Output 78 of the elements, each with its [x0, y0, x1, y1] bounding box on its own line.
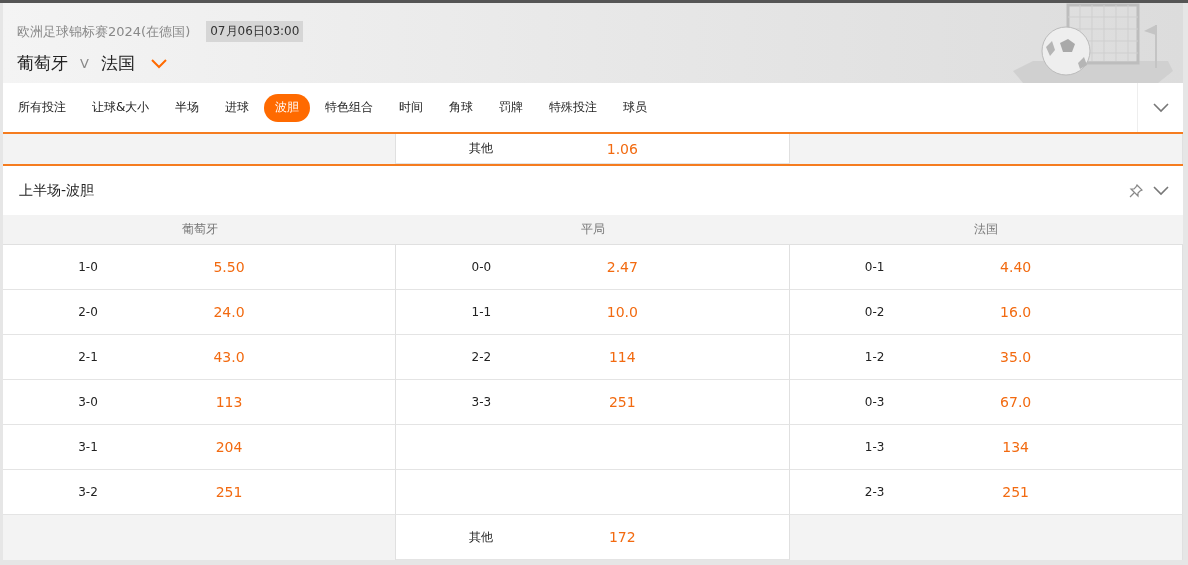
chevron-down-icon[interactable] — [150, 58, 167, 69]
market-tab[interactable]: 所有投注 — [7, 93, 77, 122]
score-label: 2-0 — [77, 305, 99, 319]
pin-icon[interactable] — [1129, 183, 1143, 198]
odds-value: 5.50 — [212, 259, 246, 275]
odds-option[interactable]: 其他 1.06 — [396, 134, 790, 164]
odds-option[interactable]: 1-2 35.0 — [789, 335, 1183, 380]
market-tab[interactable]: 让球&大小 — [81, 93, 161, 122]
away-team: 法国 — [100, 52, 135, 75]
score-label: 1-2 — [863, 350, 886, 364]
section-header[interactable]: 上半场-波胆 — [3, 164, 1183, 215]
section-title: 上半场-波胆 — [19, 181, 95, 200]
match-datetime: 07月06日03:00 — [206, 21, 304, 42]
tournament-name: 欧洲足球锦标赛2024(在德国) — [17, 22, 191, 41]
market-tab[interactable]: 罚牌 — [488, 93, 535, 122]
score-label: 3-3 — [470, 395, 493, 409]
odds-value: 114 — [607, 349, 637, 365]
column-header: 葡萄牙 — [3, 215, 397, 245]
score-label: 1-1 — [470, 305, 493, 319]
odds-value: 251 — [607, 394, 637, 410]
market-tab[interactable]: 时间 — [388, 93, 435, 122]
market-tab[interactable]: 角球 — [438, 93, 485, 122]
score-label: 其他 — [468, 528, 495, 546]
odds-option[interactable]: 1-1 10.0 — [396, 290, 790, 335]
odds-value: 1.06 — [605, 140, 639, 157]
odds-option[interactable]: 3-3 251 — [396, 380, 790, 425]
odds-option[interactable]: 2-1 43.0 — [3, 335, 397, 380]
chevron-down-icon[interactable] — [1153, 185, 1169, 196]
score-label: 2-3 — [863, 485, 886, 499]
score-label: 3-0 — [77, 395, 99, 409]
odds-option[interactable]: 3-0 113 — [3, 380, 397, 425]
odds-option[interactable]: 1-3 134 — [789, 425, 1183, 470]
score-label: 0-0 — [470, 260, 493, 274]
odds-value: 43.0 — [212, 349, 246, 365]
odds-value: 16.0 — [999, 304, 1033, 320]
odds-option[interactable]: 2-3 251 — [789, 470, 1183, 515]
market-tab[interactable]: 球员 — [612, 93, 659, 122]
odds-option[interactable]: 3-2 251 — [3, 470, 397, 515]
odds-option[interactable]: 0-2 16.0 — [789, 290, 1183, 335]
column-header: 平局 — [396, 215, 790, 245]
chevron-down-icon[interactable] — [1152, 102, 1169, 113]
market-tab[interactable]: 特殊投注 — [538, 93, 609, 122]
score-label: 3-1 — [77, 440, 99, 454]
market-tab[interactable]: 半场 — [164, 93, 211, 122]
market-tab[interactable]: 特色组合 — [314, 93, 385, 122]
odds-value: 204 — [214, 439, 244, 455]
home-team: 葡萄牙 — [17, 52, 68, 75]
odds-value: 134 — [1001, 439, 1030, 455]
odds-value: 113 — [214, 394, 244, 410]
market-tab[interactable]: 进球 — [214, 93, 261, 122]
score-label: 0-1 — [863, 260, 886, 274]
column-header: 法国 — [789, 215, 1183, 245]
score-label: 0-2 — [863, 305, 886, 319]
odds-value: 10.0 — [605, 304, 639, 320]
odds-option[interactable]: 2-0 24.0 — [3, 290, 397, 335]
odds-option[interactable]: 0-0 2.47 — [396, 245, 790, 290]
score-label: 1-3 — [863, 440, 886, 454]
odds-option[interactable]: 1-0 5.50 — [3, 245, 397, 290]
odds-option[interactable]: 0-1 4.40 — [789, 245, 1183, 290]
odds-value: 4.40 — [999, 259, 1033, 275]
odds-option[interactable]: 其他 172 — [396, 515, 790, 560]
odds-value: 251 — [214, 484, 244, 500]
score-label: 3-2 — [77, 485, 99, 499]
odds-value: 24.0 — [212, 304, 246, 320]
odds-value: 67.0 — [999, 394, 1033, 410]
score-label: 2-1 — [77, 350, 99, 364]
score-label: 0-3 — [863, 395, 886, 409]
odds-value: 2.47 — [605, 259, 639, 275]
score-label: 2-2 — [470, 350, 493, 364]
odds-option[interactable]: 2-2 114 — [396, 335, 790, 380]
odds-option[interactable]: 3-1 204 — [3, 425, 397, 470]
odds-value: 251 — [1001, 484, 1030, 500]
score-label: 其他 — [468, 140, 495, 157]
versus-label: V — [80, 56, 89, 71]
odds-value: 35.0 — [999, 349, 1033, 365]
odds-option[interactable]: 0-3 67.0 — [789, 380, 1183, 425]
odds-value: 172 — [607, 529, 637, 545]
score-label: 1-0 — [77, 260, 99, 274]
